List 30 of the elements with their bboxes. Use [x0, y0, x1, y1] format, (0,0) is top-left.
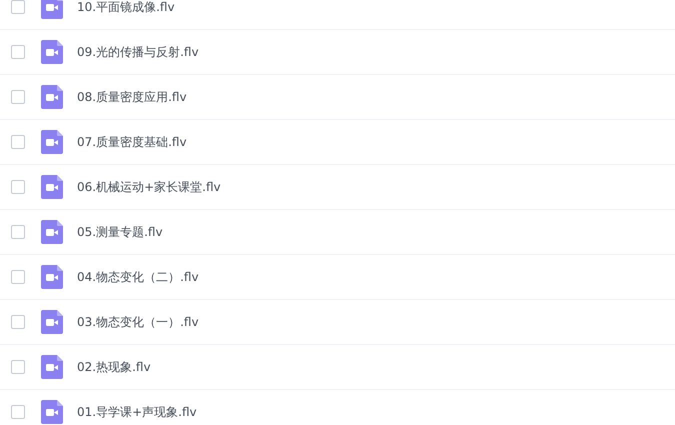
checkbox[interactable]: [11, 180, 25, 194]
video-file-icon: [41, 85, 63, 109]
checkbox[interactable]: [11, 270, 25, 284]
file-name[interactable]: 07.质量密度基础.flv: [77, 134, 187, 150]
file-name[interactable]: 05.测量专题.flv: [77, 224, 163, 240]
file-name[interactable]: 10.平面镜成像.flv: [77, 0, 175, 16]
checkbox[interactable]: [11, 360, 25, 374]
checkbox[interactable]: [11, 405, 25, 419]
file-name[interactable]: 02.热现象.flv: [77, 358, 151, 376]
video-file-icon: [41, 0, 63, 19]
video-file-icon: [41, 310, 63, 334]
file-name[interactable]: 01.导学课+声现象.flv: [77, 404, 197, 420]
checkbox[interactable]: [11, 0, 25, 14]
file-name[interactable]: 03.物态变化（一）.flv: [77, 314, 199, 330]
video-file-icon: [41, 175, 63, 199]
checkbox[interactable]: [11, 315, 25, 329]
video-file-icon: [41, 40, 63, 64]
checkbox[interactable]: [11, 90, 25, 104]
video-file-icon: [41, 220, 63, 244]
video-file-icon: [41, 355, 63, 379]
video-file-icon: [41, 400, 63, 424]
file-name[interactable]: 08.质量密度应用.flv: [77, 88, 187, 106]
checkbox[interactable]: [11, 45, 25, 59]
file-name[interactable]: 09.光的传播与反射.flv: [77, 44, 199, 60]
file-name[interactable]: 04.物态变化（二）.flv: [77, 268, 199, 286]
video-file-icon: [41, 265, 63, 289]
file-name[interactable]: 06.机械运动+家长课堂.flv: [77, 178, 221, 196]
checkbox[interactable]: [11, 225, 25, 239]
checkbox[interactable]: [11, 135, 25, 149]
video-file-icon: [41, 130, 63, 154]
